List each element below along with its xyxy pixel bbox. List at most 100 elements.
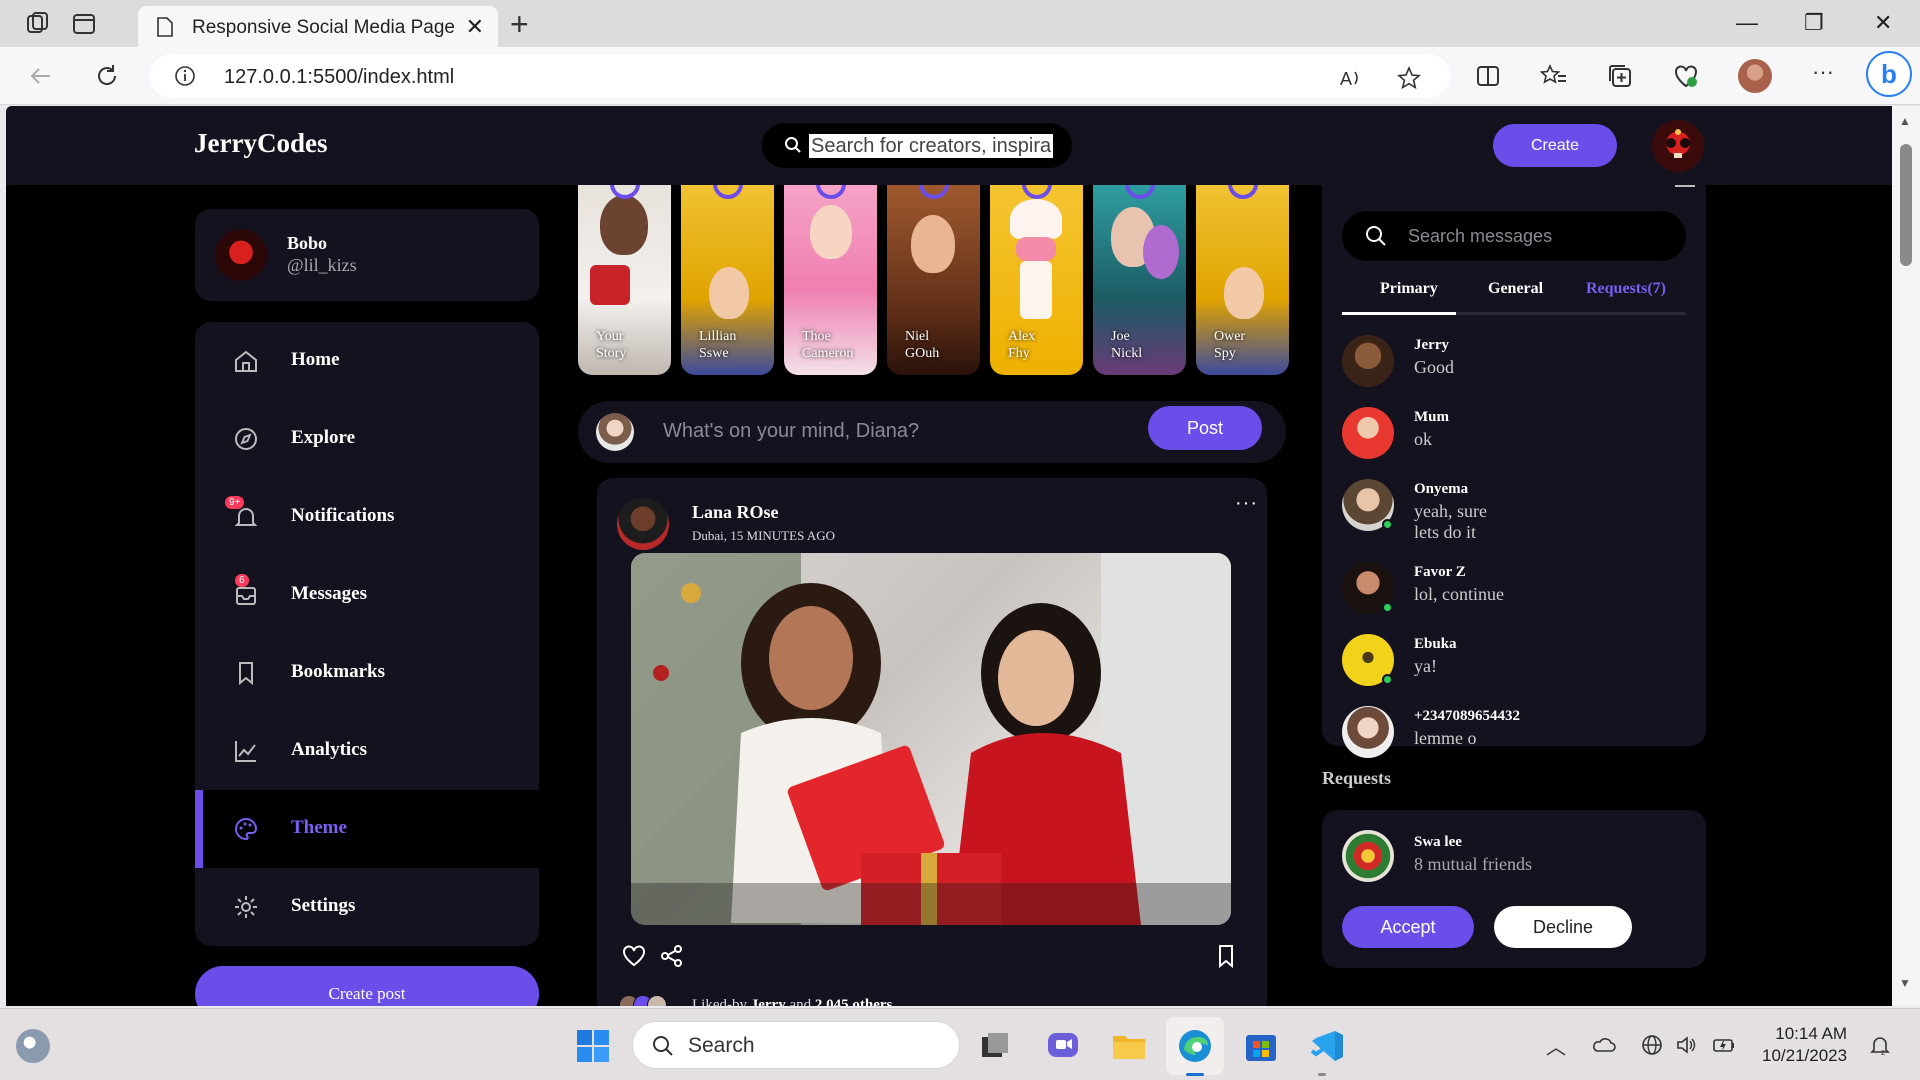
minimize-icon[interactable]: —: [1736, 10, 1758, 36]
story-card[interactable]: Niel GOuh: [887, 185, 980, 375]
tab-actions-icon[interactable]: [70, 10, 98, 38]
file-explorer-icon[interactable]: [1110, 1027, 1148, 1065]
tab-general[interactable]: General: [1488, 280, 1543, 298]
story-label: Lillian Sswe: [699, 329, 737, 361]
split-screen-icon[interactable]: [1474, 62, 1502, 90]
new-tab-icon[interactable]: +: [510, 6, 529, 43]
browser-tab-active[interactable]: Responsive Social Media Page ✕: [138, 6, 498, 47]
tabs-underline: [1342, 312, 1686, 315]
read-aloud-icon[interactable]: A: [1338, 65, 1364, 91]
sidebar-item-bookmarks[interactable]: Bookmarks: [195, 634, 539, 712]
message-item[interactable]: Jerry Good: [1342, 335, 1686, 395]
back-icon[interactable]: [26, 61, 56, 91]
composer-input[interactable]: What's on your mind, Diana?: [663, 420, 919, 443]
story-label: Joe Nickl: [1111, 329, 1143, 361]
message-item[interactable]: Onyema yeah, sure lets do it: [1342, 479, 1686, 559]
message-preview: lemme o: [1414, 728, 1477, 748]
top-search-bar[interactable]: [762, 123, 1072, 168]
message-item[interactable]: Mum ok: [1342, 407, 1686, 467]
network-globe-icon[interactable]: [1640, 1033, 1664, 1057]
story-label: Ower Spy: [1214, 329, 1246, 361]
create-button[interactable]: Create: [1493, 124, 1617, 167]
page-scrollbar[interactable]: ▲ ▼: [1892, 106, 1920, 1006]
like-heart-icon[interactable]: [621, 943, 647, 969]
sidebar-item-messages[interactable]: 6 Messages: [195, 556, 539, 634]
sidebar-item-home[interactable]: Home: [195, 322, 539, 400]
message-avatar: [1342, 706, 1394, 758]
bookmark-icon[interactable]: [1213, 943, 1239, 969]
favorite-star-icon[interactable]: [1396, 65, 1422, 91]
story-card[interactable]: Lillian Sswe: [681, 185, 774, 375]
task-view-icon[interactable]: [976, 1027, 1014, 1065]
scroll-down-icon[interactable]: ▼: [1899, 976, 1911, 990]
vscode-icon[interactable]: [1308, 1027, 1346, 1065]
search-icon: [1366, 226, 1386, 246]
clock-date: 10/21/2023: [1762, 1046, 1848, 1065]
sidebar-item-theme[interactable]: Theme: [195, 790, 539, 868]
edge-browser-icon[interactable]: [1176, 1027, 1214, 1065]
create-post-button[interactable]: Create post: [195, 966, 539, 1006]
collections-icon[interactable]: [1606, 62, 1634, 90]
story-avatar-ring: [1125, 185, 1155, 199]
post-more-icon[interactable]: ···: [1235, 492, 1258, 515]
microsoft-store-icon[interactable]: [1242, 1027, 1280, 1065]
favorites-icon[interactable]: [1540, 62, 1568, 90]
post-button[interactable]: Post: [1148, 406, 1262, 450]
story-card[interactable]: Ower Spy: [1196, 185, 1289, 375]
url-text: 127.0.0.1:5500/index.html: [224, 66, 455, 88]
share-icon[interactable]: [659, 943, 685, 969]
system-clock[interactable]: 10:14 AM 10/21/2023: [1762, 1023, 1847, 1067]
windows-start-icon[interactable]: [574, 1027, 612, 1065]
creator-search-input[interactable]: [809, 134, 1053, 158]
message-item[interactable]: +2347089654432 lemme o: [1342, 706, 1686, 766]
battery-icon[interactable]: [1712, 1033, 1736, 1057]
info-icon[interactable]: [174, 65, 196, 87]
show-hidden-icons[interactable]: ︿: [1546, 1031, 1566, 1060]
messages-search-input[interactable]: Search messages: [1408, 226, 1552, 247]
close-window-icon[interactable]: ✕: [1874, 10, 1892, 36]
message-item[interactable]: Ebuka ya!: [1342, 634, 1686, 694]
scrollbar-thumb[interactable]: [1900, 144, 1912, 266]
taskbar-search[interactable]: Search: [632, 1021, 960, 1069]
teams-chat-icon[interactable]: [1044, 1027, 1082, 1065]
story-card[interactable]: Joe Nickl: [1093, 185, 1186, 375]
message-item[interactable]: Favor Z lol, continue: [1342, 562, 1686, 622]
story-card[interactable]: Thoe Cameron: [784, 185, 877, 375]
message-sender: Ebuka: [1414, 636, 1457, 652]
restore-icon[interactable]: ❐: [1804, 10, 1824, 36]
refresh-icon[interactable]: [92, 61, 122, 91]
sidebar-item-analytics[interactable]: Analytics: [195, 712, 539, 790]
bookmark-icon: [239, 662, 253, 686]
user-avatar[interactable]: [1652, 120, 1704, 172]
decline-button[interactable]: Decline: [1494, 906, 1632, 948]
tab-primary[interactable]: Primary: [1380, 280, 1438, 298]
notification-bell-icon[interactable]: z: [1868, 1033, 1892, 1057]
post-author-avatar[interactable]: [617, 498, 669, 550]
post-image[interactable]: [631, 553, 1231, 925]
sidebar-item-settings[interactable]: Settings: [195, 868, 539, 946]
story-card[interactable]: Your Story: [578, 185, 671, 375]
scroll-up-icon[interactable]: ▲: [1899, 114, 1911, 128]
volume-icon[interactable]: [1674, 1033, 1698, 1057]
weather-widget-icon[interactable]: [16, 1029, 50, 1063]
bing-copilot-icon[interactable]: b: [1866, 51, 1912, 97]
message-preview: ya!: [1414, 656, 1437, 676]
app-logo[interactable]: JerryCodes: [194, 128, 327, 159]
sidebar-item-notifications[interactable]: 9+ Notifications: [195, 478, 539, 556]
url-bar[interactable]: 127.0.0.1:5500/index.html A: [150, 54, 1450, 98]
workspaces-icon[interactable]: [24, 10, 52, 38]
accept-button[interactable]: Accept: [1342, 906, 1474, 948]
tab-requests[interactable]: Requests(7): [1586, 280, 1666, 298]
notifications-badge: 9+: [225, 496, 245, 509]
profile-card[interactable]: Bobo @lil_kizs: [195, 209, 539, 301]
close-tab-icon[interactable]: ✕: [466, 14, 484, 40]
onedrive-icon[interactable]: [1592, 1033, 1616, 1057]
post-author-name[interactable]: Lana ROse: [692, 502, 779, 523]
story-card[interactable]: Alex Fhy: [990, 185, 1083, 375]
messages-search-bar[interactable]: Search messages: [1342, 211, 1686, 261]
more-menu-icon[interactable]: ···: [1812, 59, 1834, 85]
browser-address-bar: 127.0.0.1:5500/index.html A ··· b: [0, 47, 1920, 105]
profile-avatar[interactable]: [1738, 59, 1772, 93]
sidebar-item-explore[interactable]: Explore: [195, 400, 539, 478]
browser-essentials-icon[interactable]: [1672, 62, 1700, 90]
